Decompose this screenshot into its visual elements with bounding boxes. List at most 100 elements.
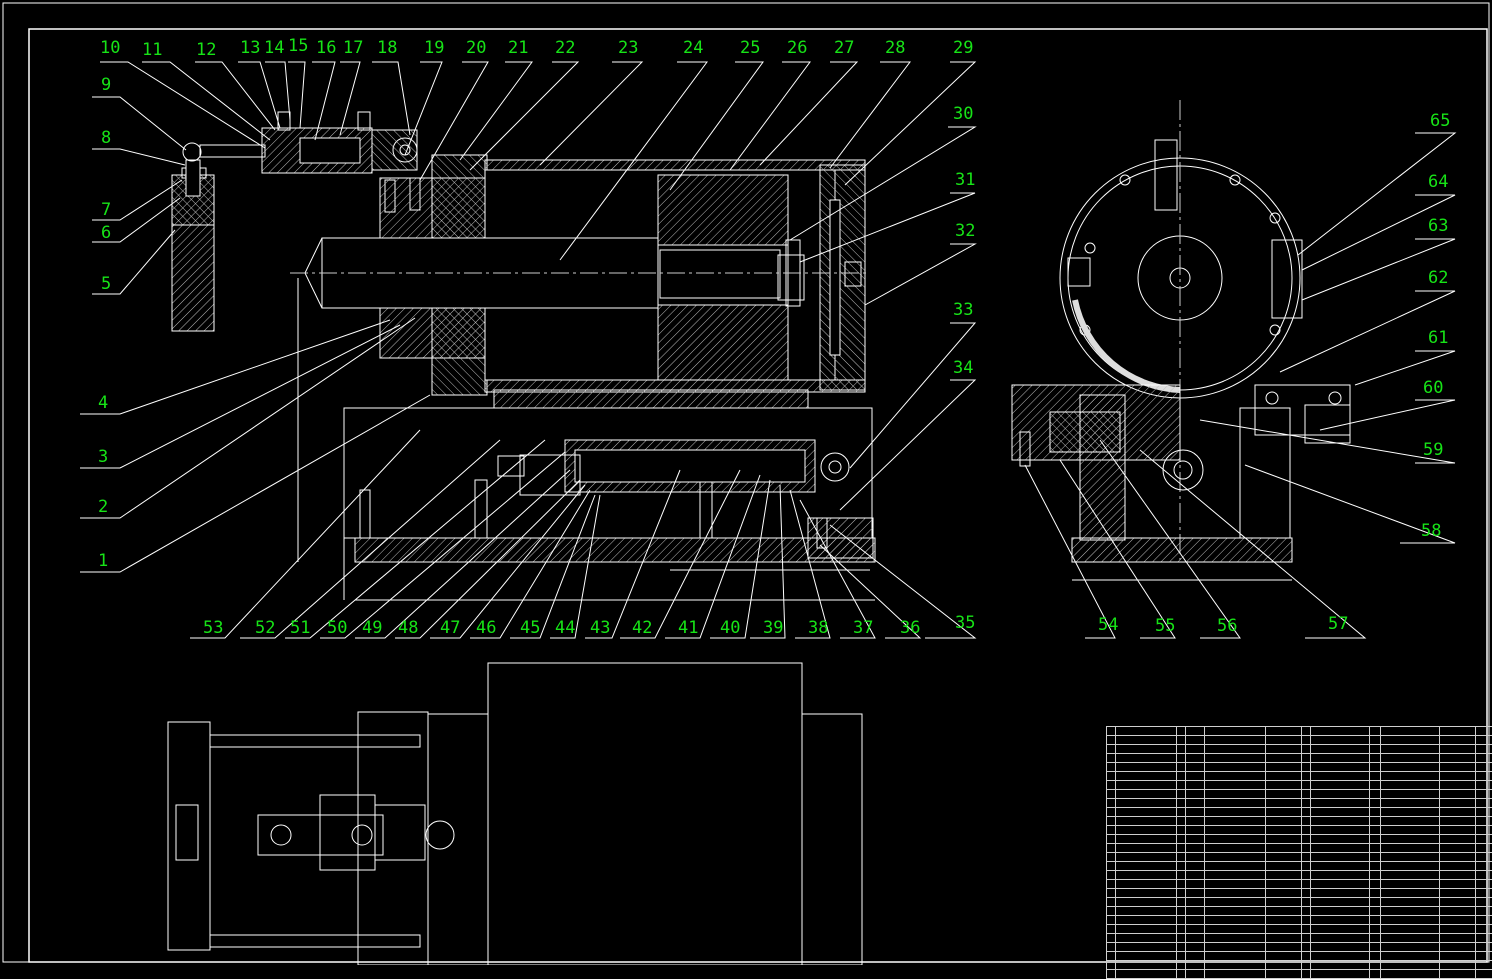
parts-list-cell (1381, 754, 1440, 763)
parts-list-cell (1266, 790, 1302, 799)
parts-list-cell (1186, 727, 1205, 736)
parts-list-row (1107, 952, 1492, 961)
part-label-22: 22 (555, 40, 575, 57)
parts-list-cell (1107, 727, 1116, 736)
parts-list-cell (1205, 727, 1266, 736)
part-label-16: 16 (316, 40, 336, 57)
parts-list-cell (1440, 790, 1476, 799)
parts-list-cell (1440, 970, 1476, 979)
parts-list-cell (1266, 799, 1302, 808)
parts-list-cell (1476, 772, 1492, 781)
parts-list-cell (1205, 934, 1266, 943)
parts-list-row (1107, 880, 1492, 889)
part-label-10: 10 (100, 40, 120, 57)
parts-list-cell (1177, 970, 1186, 979)
part-label-57: 57 (1328, 616, 1348, 633)
part-label-7: 7 (101, 202, 111, 219)
part-label-63: 63 (1428, 218, 1448, 235)
parts-list-cell (1205, 952, 1266, 961)
parts-list-cell (1266, 934, 1302, 943)
parts-list-cell (1476, 862, 1492, 871)
parts-list-cell (1177, 808, 1186, 817)
parts-list-cell (1440, 799, 1476, 808)
parts-list-cell (1381, 970, 1440, 979)
parts-list-cell (1186, 754, 1205, 763)
part-label-23: 23 (618, 40, 638, 57)
parts-list-cell (1107, 736, 1116, 745)
parts-list-cell (1476, 745, 1492, 754)
parts-list-cell (1116, 844, 1177, 853)
parts-list-cell (1186, 970, 1205, 979)
parts-list-cell (1302, 736, 1311, 745)
parts-list-cell (1370, 961, 1381, 970)
parts-list-cell (1177, 844, 1186, 853)
parts-list-cell (1205, 925, 1266, 934)
parts-list-cell (1186, 961, 1205, 970)
parts-list-cell (1381, 727, 1440, 736)
parts-list-cell (1370, 808, 1381, 817)
parts-list-row (1107, 763, 1492, 772)
part-label-18: 18 (377, 40, 397, 57)
parts-list-cell (1177, 853, 1186, 862)
parts-list-row (1107, 835, 1492, 844)
parts-list-cell (1266, 817, 1302, 826)
parts-list-cell (1205, 853, 1266, 862)
parts-list-cell (1476, 781, 1492, 790)
parts-list-cell (1370, 943, 1381, 952)
parts-list-cell (1381, 844, 1440, 853)
parts-list-cell (1440, 934, 1476, 943)
part-label-40: 40 (720, 620, 740, 637)
part-label-26: 26 (787, 40, 807, 57)
parts-list-cell (1370, 727, 1381, 736)
parts-list-cell (1266, 844, 1302, 853)
parts-list-row (1107, 961, 1492, 970)
parts-list-cell (1370, 934, 1381, 943)
parts-list-cell (1440, 844, 1476, 853)
parts-list-cell (1177, 835, 1186, 844)
parts-list-cell (1440, 898, 1476, 907)
parts-list-cell (1177, 898, 1186, 907)
parts-list-cell (1381, 961, 1440, 970)
parts-list-cell (1440, 961, 1476, 970)
part-label-4: 4 (98, 395, 108, 412)
parts-list-cell (1177, 763, 1186, 772)
parts-list-cell (1302, 907, 1311, 916)
parts-list-cell (1381, 934, 1440, 943)
parts-list-cell (1440, 727, 1476, 736)
parts-list-row (1107, 871, 1492, 880)
part-label-43: 43 (590, 620, 610, 637)
parts-list-cell (1266, 781, 1302, 790)
parts-list-cell (1205, 745, 1266, 754)
parts-list-cell (1186, 844, 1205, 853)
part-label-29: 29 (953, 40, 973, 57)
parts-list-cell (1370, 880, 1381, 889)
parts-list-cell (1116, 727, 1177, 736)
part-label-8: 8 (101, 130, 111, 147)
parts-list-cell (1370, 916, 1381, 925)
parts-list-cell (1107, 826, 1116, 835)
parts-list-cell (1266, 772, 1302, 781)
parts-list-cell (1440, 907, 1476, 916)
parts-list-cell (1311, 934, 1370, 943)
part-label-61: 61 (1428, 330, 1448, 347)
parts-list-cell (1116, 961, 1177, 970)
parts-list-cell (1186, 934, 1205, 943)
parts-list-cell (1440, 835, 1476, 844)
parts-list-cell (1311, 835, 1370, 844)
part-label-37: 37 (853, 620, 873, 637)
parts-list-cell (1107, 907, 1116, 916)
part-label-38: 38 (808, 620, 828, 637)
parts-list-cell (1381, 871, 1440, 880)
part-label-55: 55 (1155, 618, 1175, 635)
parts-list-cell (1302, 925, 1311, 934)
parts-list-cell (1107, 961, 1116, 970)
parts-list-cell (1266, 853, 1302, 862)
parts-list-row (1107, 970, 1492, 979)
parts-list-cell (1476, 871, 1492, 880)
main-cylinder (485, 160, 865, 170)
top-view (168, 663, 862, 965)
part-label-9: 9 (101, 77, 111, 94)
parts-list-cell (1116, 826, 1177, 835)
parts-list-cell (1177, 745, 1186, 754)
parts-list-cell (1476, 799, 1492, 808)
